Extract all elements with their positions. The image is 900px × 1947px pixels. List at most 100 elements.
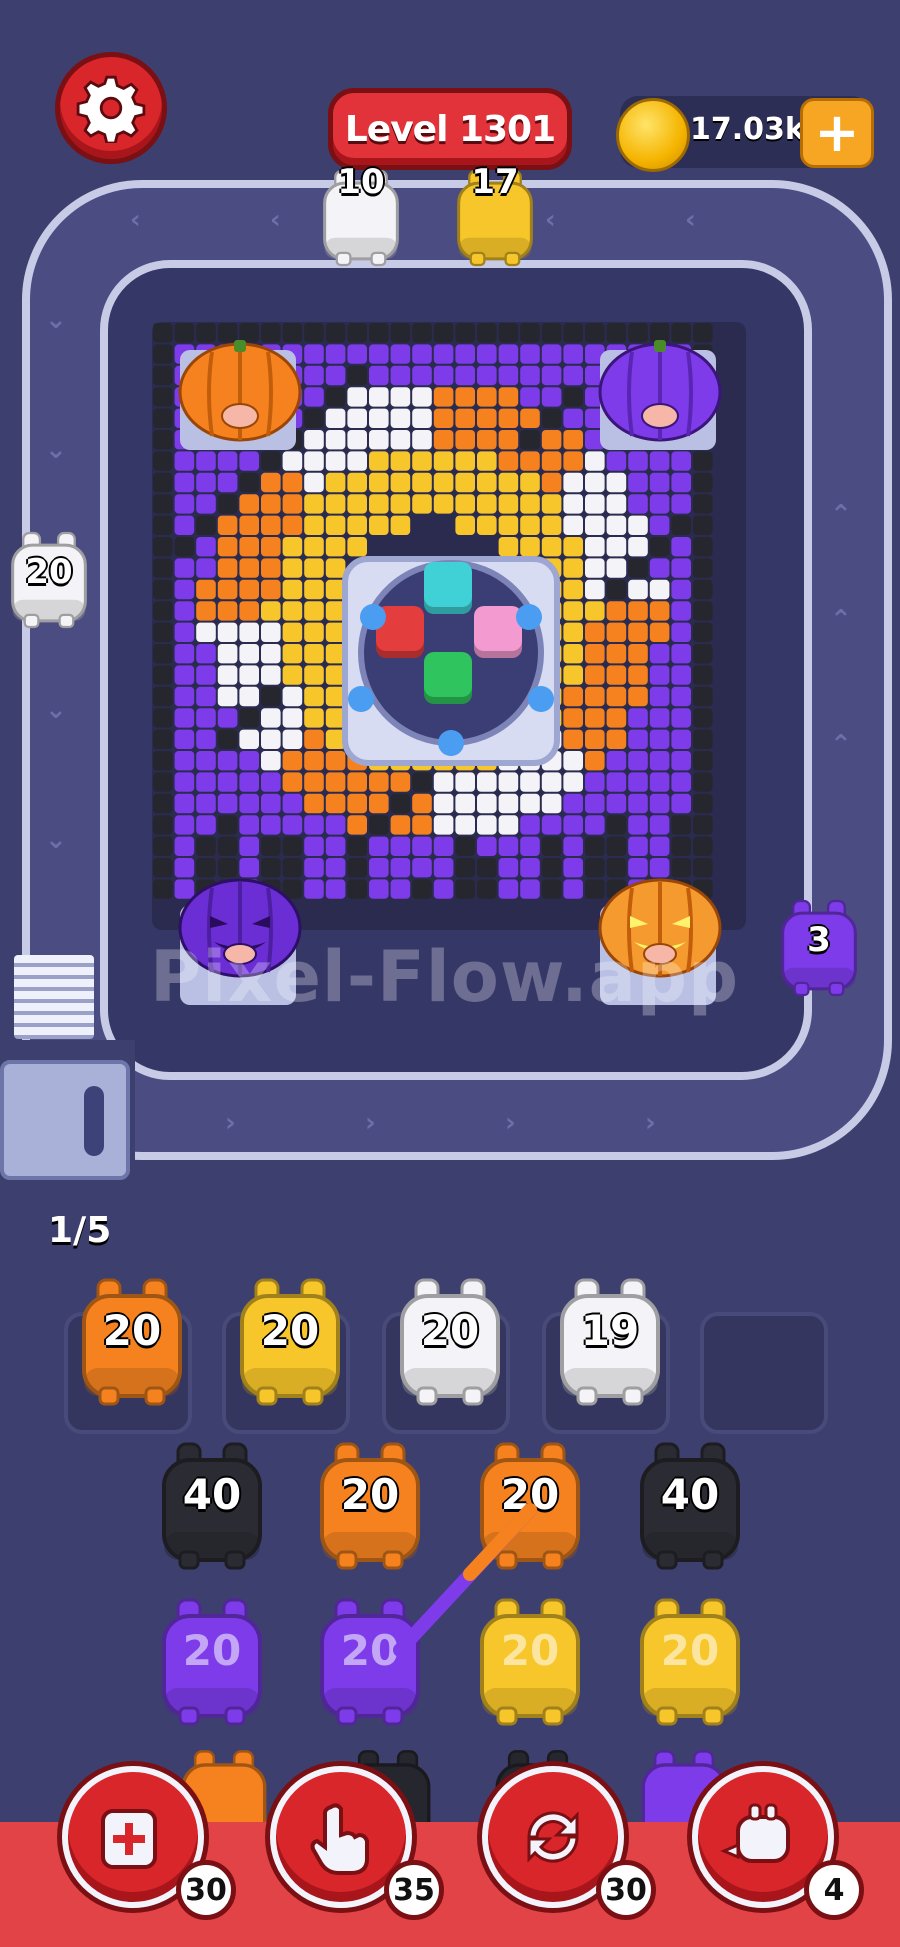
pixel-block (304, 387, 324, 407)
pixel-block (498, 836, 519, 856)
pixel-block (649, 686, 670, 707)
pixel-block (412, 472, 432, 493)
pixel-block (563, 729, 583, 749)
pixel-block (520, 323, 540, 343)
pixel-block (520, 793, 540, 814)
pixel-block (390, 387, 411, 407)
pixel-block (649, 708, 670, 728)
pixel-block (369, 793, 389, 814)
pixel-block (628, 751, 648, 771)
pixel-block (541, 430, 562, 450)
pixel-block (239, 836, 259, 856)
pixel-block (304, 879, 324, 899)
pixel-block (390, 430, 411, 450)
pixel-block (671, 751, 691, 771)
gear-icon (76, 75, 146, 143)
queue-pig[interactable]: 19 (554, 1276, 666, 1408)
pixel-block (693, 622, 713, 642)
chevron-left-icon: ‹ (545, 205, 556, 235)
pixel-block (541, 515, 562, 535)
pixel-block (325, 537, 346, 557)
queue-pig[interactable]: 20 (76, 1276, 188, 1408)
pixel-block (347, 430, 367, 450)
pixel-block (412, 494, 432, 514)
queue-slot-empty[interactable] (700, 1312, 828, 1434)
queue-pig[interactable]: 20 (394, 1276, 506, 1408)
buy-coins-button[interactable]: + (800, 98, 874, 168)
pixel-block (390, 323, 411, 343)
pixel-block (390, 451, 411, 471)
drag-link-line (393, 1503, 537, 1657)
pixel-block (520, 430, 540, 450)
chevron-up-icon: ⌃ (830, 730, 852, 760)
pixel-block (541, 323, 562, 343)
pixel-block (261, 494, 281, 514)
pixel-block (477, 387, 497, 407)
pixel-block (412, 365, 432, 386)
queue-pig[interactable]: 20 (156, 1596, 268, 1728)
pixel-block (196, 708, 216, 728)
pixel-block (433, 879, 454, 899)
pixel-block (347, 836, 367, 856)
pixel-block (455, 344, 475, 364)
pixel-block (217, 579, 238, 600)
pixel-block (153, 686, 173, 707)
pixel-block (541, 387, 562, 407)
pixel-block (325, 472, 346, 493)
pixel-block (585, 579, 605, 600)
pixel-block (217, 622, 238, 642)
queue-pig-count: 20 (420, 1306, 480, 1355)
pixel-block (196, 558, 216, 578)
pixel-block (671, 708, 691, 728)
pixel-block (412, 387, 432, 407)
pixel-block (153, 665, 173, 685)
pixel-block (217, 494, 238, 514)
pixel-block (217, 665, 238, 685)
green-block (424, 652, 472, 704)
pixel-block (477, 858, 497, 878)
pixel-block (606, 472, 627, 493)
pixel-block (563, 793, 583, 814)
pixel-block (606, 644, 627, 664)
pixel-block (304, 751, 324, 771)
pixel-block (282, 515, 303, 535)
pixel-block (693, 537, 713, 557)
pixel-block (585, 622, 605, 642)
pixel-block (282, 665, 303, 685)
pixel-block (477, 836, 497, 856)
pixel-block (606, 729, 627, 749)
queue-pig[interactable]: 20 (634, 1596, 746, 1728)
pixel-block (606, 537, 627, 557)
queue-pig-count: 19 (580, 1306, 640, 1355)
queue-pig[interactable]: 40 (156, 1440, 268, 1572)
pixel-block (563, 622, 583, 642)
pixel-block (412, 344, 432, 364)
pixel-block (585, 708, 605, 728)
pixel-block (261, 815, 281, 835)
queue-pig[interactable]: 40 (634, 1440, 746, 1572)
pixel-block (498, 344, 519, 364)
pixel-block (412, 323, 432, 343)
pixel-block (390, 494, 411, 514)
pixel-block (347, 408, 367, 428)
purple-pumpkin-pig-icon (598, 340, 722, 442)
queue-pig[interactable]: 20 (234, 1276, 346, 1408)
pixel-block (412, 408, 432, 428)
pixel-block (347, 365, 367, 386)
pixel-block (649, 472, 670, 493)
pixel-block (693, 751, 713, 771)
pixel-block (477, 323, 497, 343)
pixel-block (498, 515, 519, 535)
pixel-block (325, 858, 346, 878)
pixel-block (433, 472, 454, 493)
pixel-block (153, 644, 173, 664)
pixel-block (261, 451, 281, 471)
chevron-left-icon: ‹ (130, 205, 141, 235)
pixel-block (649, 793, 670, 814)
pixel-block (628, 451, 648, 471)
settings-button[interactable] (55, 52, 167, 164)
pixel-block (628, 836, 648, 856)
pixel-block (217, 537, 238, 557)
pixel-block (412, 430, 432, 450)
pixel-block (239, 515, 259, 535)
